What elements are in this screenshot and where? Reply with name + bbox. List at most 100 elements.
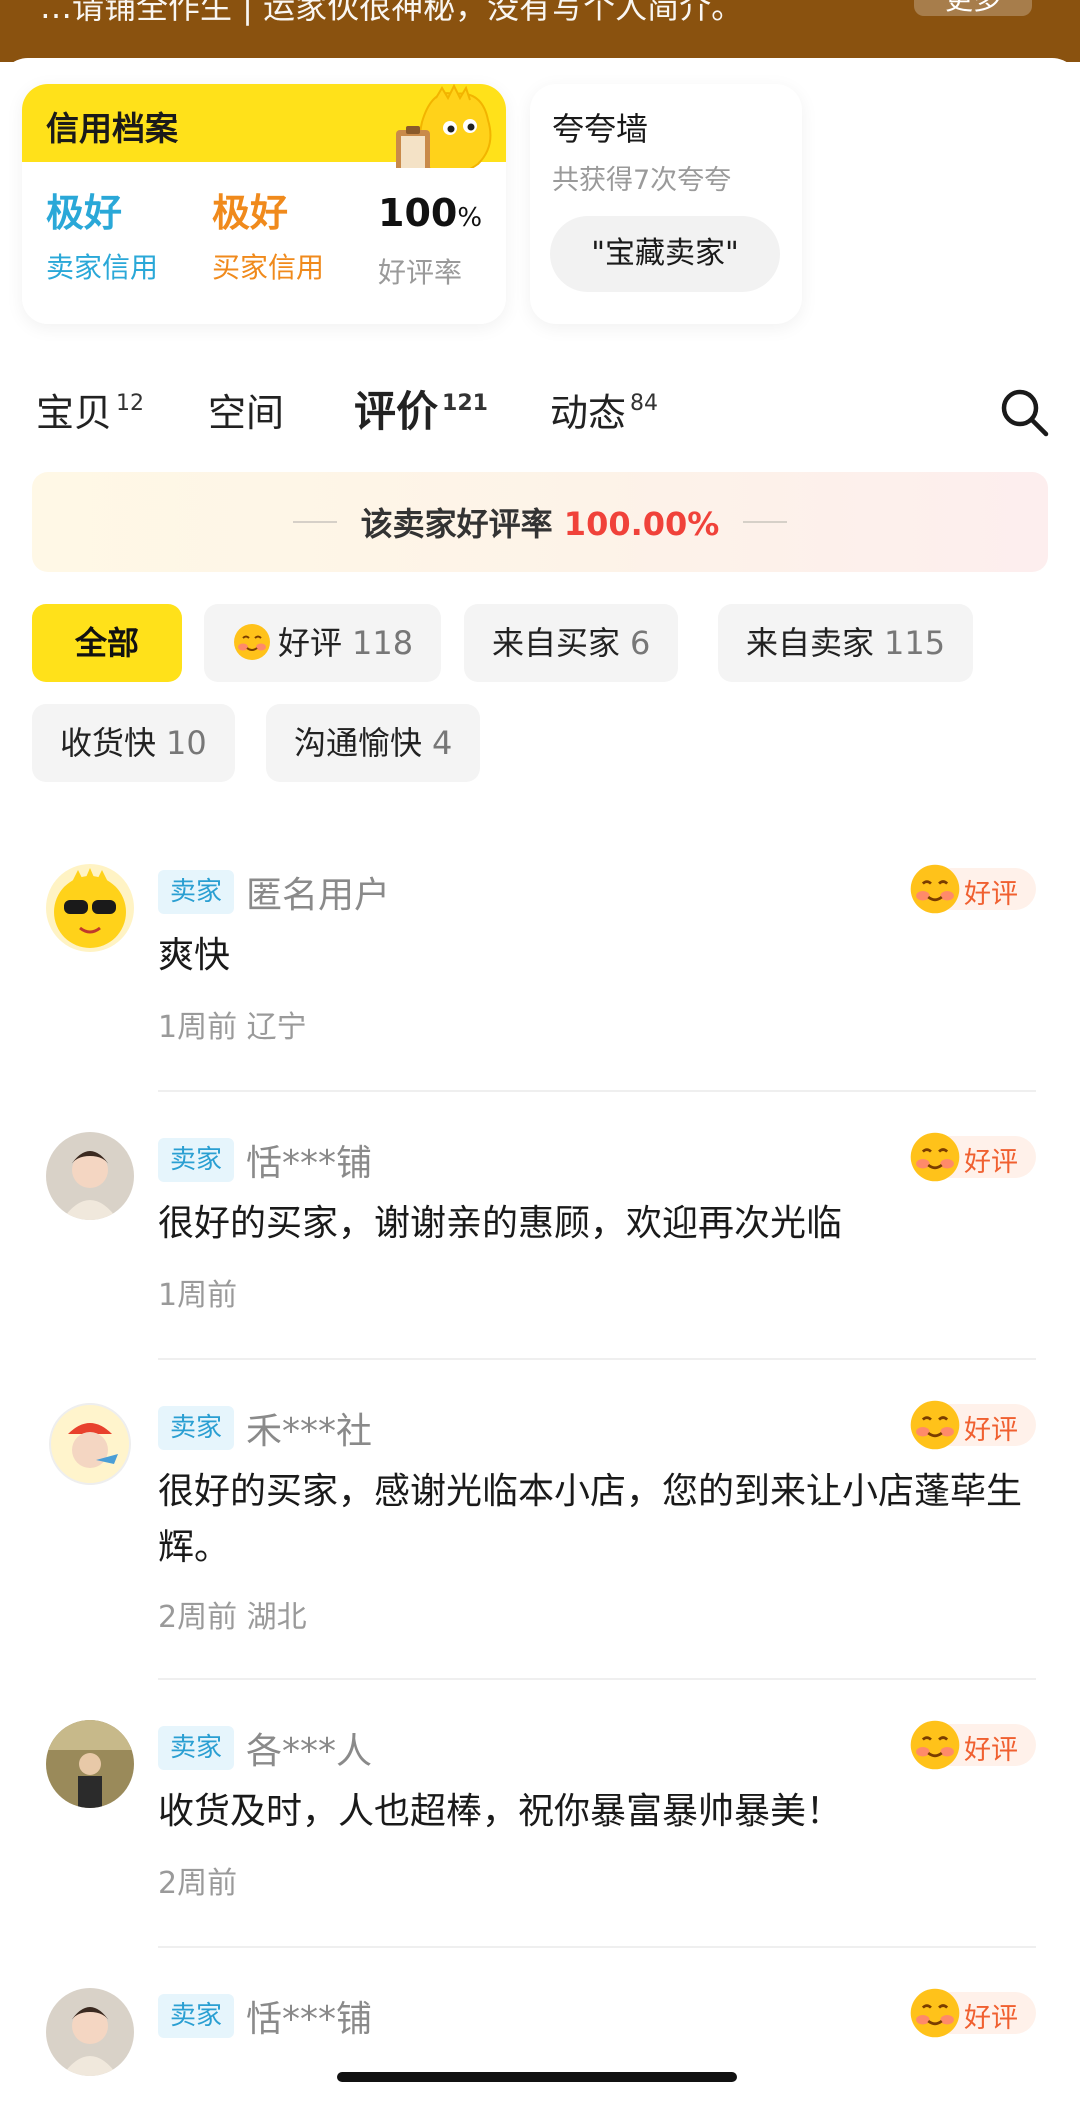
- profile-header-banner: …请铺全作生 | 运家伙很神秘，没有写个人简介。 更多: [0, 0, 1080, 62]
- more-button[interactable]: 更多: [914, 0, 1032, 16]
- filter-good-communication-count: 4: [432, 724, 453, 762]
- rate-banner-value: 100.00%: [563, 505, 720, 543]
- role-tag: 卖家: [158, 1406, 235, 1450]
- buyer-credit-value: 极好: [212, 191, 289, 235]
- banner-left-divider: [292, 521, 337, 523]
- review-item[interactable]: 卖家 各***人 好评 收货及时，人也超棒，祝你暴富暴帅暴美！ 2周前: [0, 1720, 1080, 1990]
- positive-review-badge: 好评: [908, 1132, 1036, 1182]
- positive-rate-number: 100: [378, 191, 458, 235]
- rate-banner-prefix: 该卖家好评率: [360, 505, 553, 543]
- tab-reviews-label: 评价: [354, 387, 439, 436]
- smile-emoji-icon: [910, 1720, 960, 1770]
- review-text: 很好的买家，感谢光临本小店，您的到来让小店蓬荜生辉。: [158, 1471, 1023, 1568]
- positive-review-badge: 好评: [908, 1720, 1036, 1770]
- avatar: [46, 864, 134, 952]
- tab-reviews[interactable]: 评价 121: [354, 378, 488, 439]
- positive-review-badge: 好评: [908, 1400, 1036, 1450]
- filter-fast-delivery[interactable]: 收货快 10: [32, 704, 235, 782]
- review-item[interactable]: 卖家 恬***铺 好评 很好的买家，谢谢亲的惠顾，欢迎再次光临 1周前: [0, 1132, 1080, 1402]
- filter-from-seller-count: 115: [884, 624, 946, 662]
- buyer-credit-label: 买家信用: [212, 251, 325, 284]
- home-indicator[interactable]: [337, 2072, 737, 2082]
- positive-rate-value: 100%: [378, 188, 482, 243]
- profile-tabs: 宝贝 12 空间 评价 121 动态 84: [0, 368, 1080, 458]
- review-item[interactable]: 卖家 禾***社 好评 很好的买家，感谢光临本小店，您的到来让小店蓬荜生辉。 2…: [0, 1400, 1080, 1720]
- avatar: [46, 1400, 134, 1488]
- tab-space[interactable]: 空间: [208, 382, 284, 437]
- role-tag: 卖家: [158, 1138, 235, 1182]
- tab-posts-count: 84: [630, 391, 659, 416]
- badge-label: 好评: [964, 879, 1018, 910]
- review-divider: [158, 1678, 1036, 1680]
- review-meta: 2周前: [158, 1866, 238, 1901]
- filter-from-seller-label: 来自卖家: [746, 624, 875, 662]
- tab-items-count: 12: [116, 391, 145, 416]
- filter-good-communication[interactable]: 沟通愉快 4: [266, 704, 481, 782]
- positive-rate-unit: %: [457, 203, 483, 233]
- review-divider: [158, 1090, 1036, 1092]
- credit-card-body: 极好 卖家信用 极好 买家信用 100% 好评率: [22, 168, 506, 324]
- badge-label: 好评: [964, 1735, 1018, 1766]
- filter-all[interactable]: 全部: [32, 604, 182, 682]
- smile-emoji-icon: [910, 1132, 960, 1182]
- review-meta: 1周前 辽宁: [158, 1010, 307, 1045]
- filter-fast-delivery-label: 收货快: [60, 724, 157, 762]
- tab-reviews-count: 121: [442, 391, 488, 416]
- smile-emoji-icon: [910, 1988, 960, 2038]
- buyer-credit: 极好 买家信用: [212, 188, 324, 286]
- tab-items[interactable]: 宝贝 12: [36, 382, 144, 437]
- tab-items-label: 宝贝: [36, 391, 113, 435]
- praise-tag[interactable]: "宝藏卖家": [550, 216, 780, 292]
- avatar: [46, 1132, 134, 1220]
- filter-from-buyer[interactable]: 来自买家 6: [464, 604, 679, 682]
- role-tag: 卖家: [158, 1726, 235, 1770]
- praise-wall-card[interactable]: 夸夸墙 共获得7次夸夸 "宝藏卖家": [530, 84, 802, 324]
- badge-label: 好评: [964, 1415, 1018, 1446]
- reviewer-name: 禾***社: [246, 1411, 373, 1452]
- credit-card-title: 信用档案: [46, 109, 178, 148]
- filter-from-seller[interactable]: 来自卖家 115: [718, 604, 974, 682]
- seller-credit: 极好 卖家信用: [46, 188, 158, 286]
- rate-banner-text: 该卖家好评率 100.00%: [361, 499, 720, 545]
- banner-right-divider: [743, 521, 788, 523]
- review-meta: 2周前 湖北: [158, 1600, 307, 1635]
- profile-sheet: 信用档案 极好 卖家信用 极好 买家信用 100% 好评率 夸夸墙 共获得7次夸…: [0, 58, 1080, 2103]
- seller-credit-value: 极好: [46, 191, 123, 235]
- review-text: 收货及时，人也超棒，祝你暴富暴帅暴美！: [158, 1791, 843, 1832]
- reviewer-name: 恬***铺: [246, 1999, 373, 2040]
- badge-label: 好评: [964, 2003, 1018, 2034]
- reviewer-name: 匿名用户: [246, 875, 391, 916]
- filter-fast-delivery-count: 10: [166, 724, 207, 762]
- credit-card-header: 信用档案: [22, 84, 506, 175]
- reviewer-name: 恬***铺: [246, 1143, 373, 1184]
- tab-posts-label: 动态: [550, 391, 627, 435]
- filter-positive-label: 好评: [278, 624, 343, 662]
- filter-positive-count: 118: [352, 624, 414, 662]
- praise-wall-title: 夸夸墙: [552, 110, 649, 148]
- praise-wall-subtitle: 共获得7次夸夸: [552, 165, 732, 196]
- positive-rate-banner: 该卖家好评率 100.00%: [32, 472, 1048, 572]
- positive-review-badge: 好评: [908, 864, 1036, 914]
- filter-good-communication-label: 沟通愉快: [294, 724, 423, 762]
- seller-credit-label: 卖家信用: [46, 251, 159, 284]
- smile-emoji-icon: [234, 624, 270, 660]
- role-tag: 卖家: [158, 1994, 235, 2038]
- filter-positive[interactable]: 好评 118: [204, 604, 442, 682]
- smile-emoji-icon: [910, 864, 960, 914]
- role-tag: 卖家: [158, 870, 235, 914]
- avatar: [46, 1988, 134, 2076]
- review-divider: [158, 1946, 1036, 1948]
- review-divider: [158, 1358, 1036, 1360]
- filter-from-buyer-count: 6: [630, 624, 651, 662]
- badge-label: 好评: [964, 1147, 1018, 1178]
- filter-from-buyer-label: 来自买家: [492, 624, 621, 662]
- filter-all-label: 全部: [74, 624, 139, 662]
- positive-rate-label: 好评率: [378, 256, 463, 289]
- review-meta: 1周前: [158, 1278, 238, 1313]
- search-icon[interactable]: [998, 386, 1050, 438]
- tab-posts[interactable]: 动态 84: [550, 382, 658, 437]
- review-item[interactable]: 卖家 匿名用户 好评 爽快 1周前 辽宁: [0, 864, 1080, 1144]
- review-item[interactable]: 卖家 恬***铺 好评: [0, 1988, 1080, 2103]
- credit-profile-card[interactable]: 信用档案 极好 卖家信用 极好 买家信用 100% 好评率: [22, 84, 506, 324]
- avatar: [46, 1720, 134, 1808]
